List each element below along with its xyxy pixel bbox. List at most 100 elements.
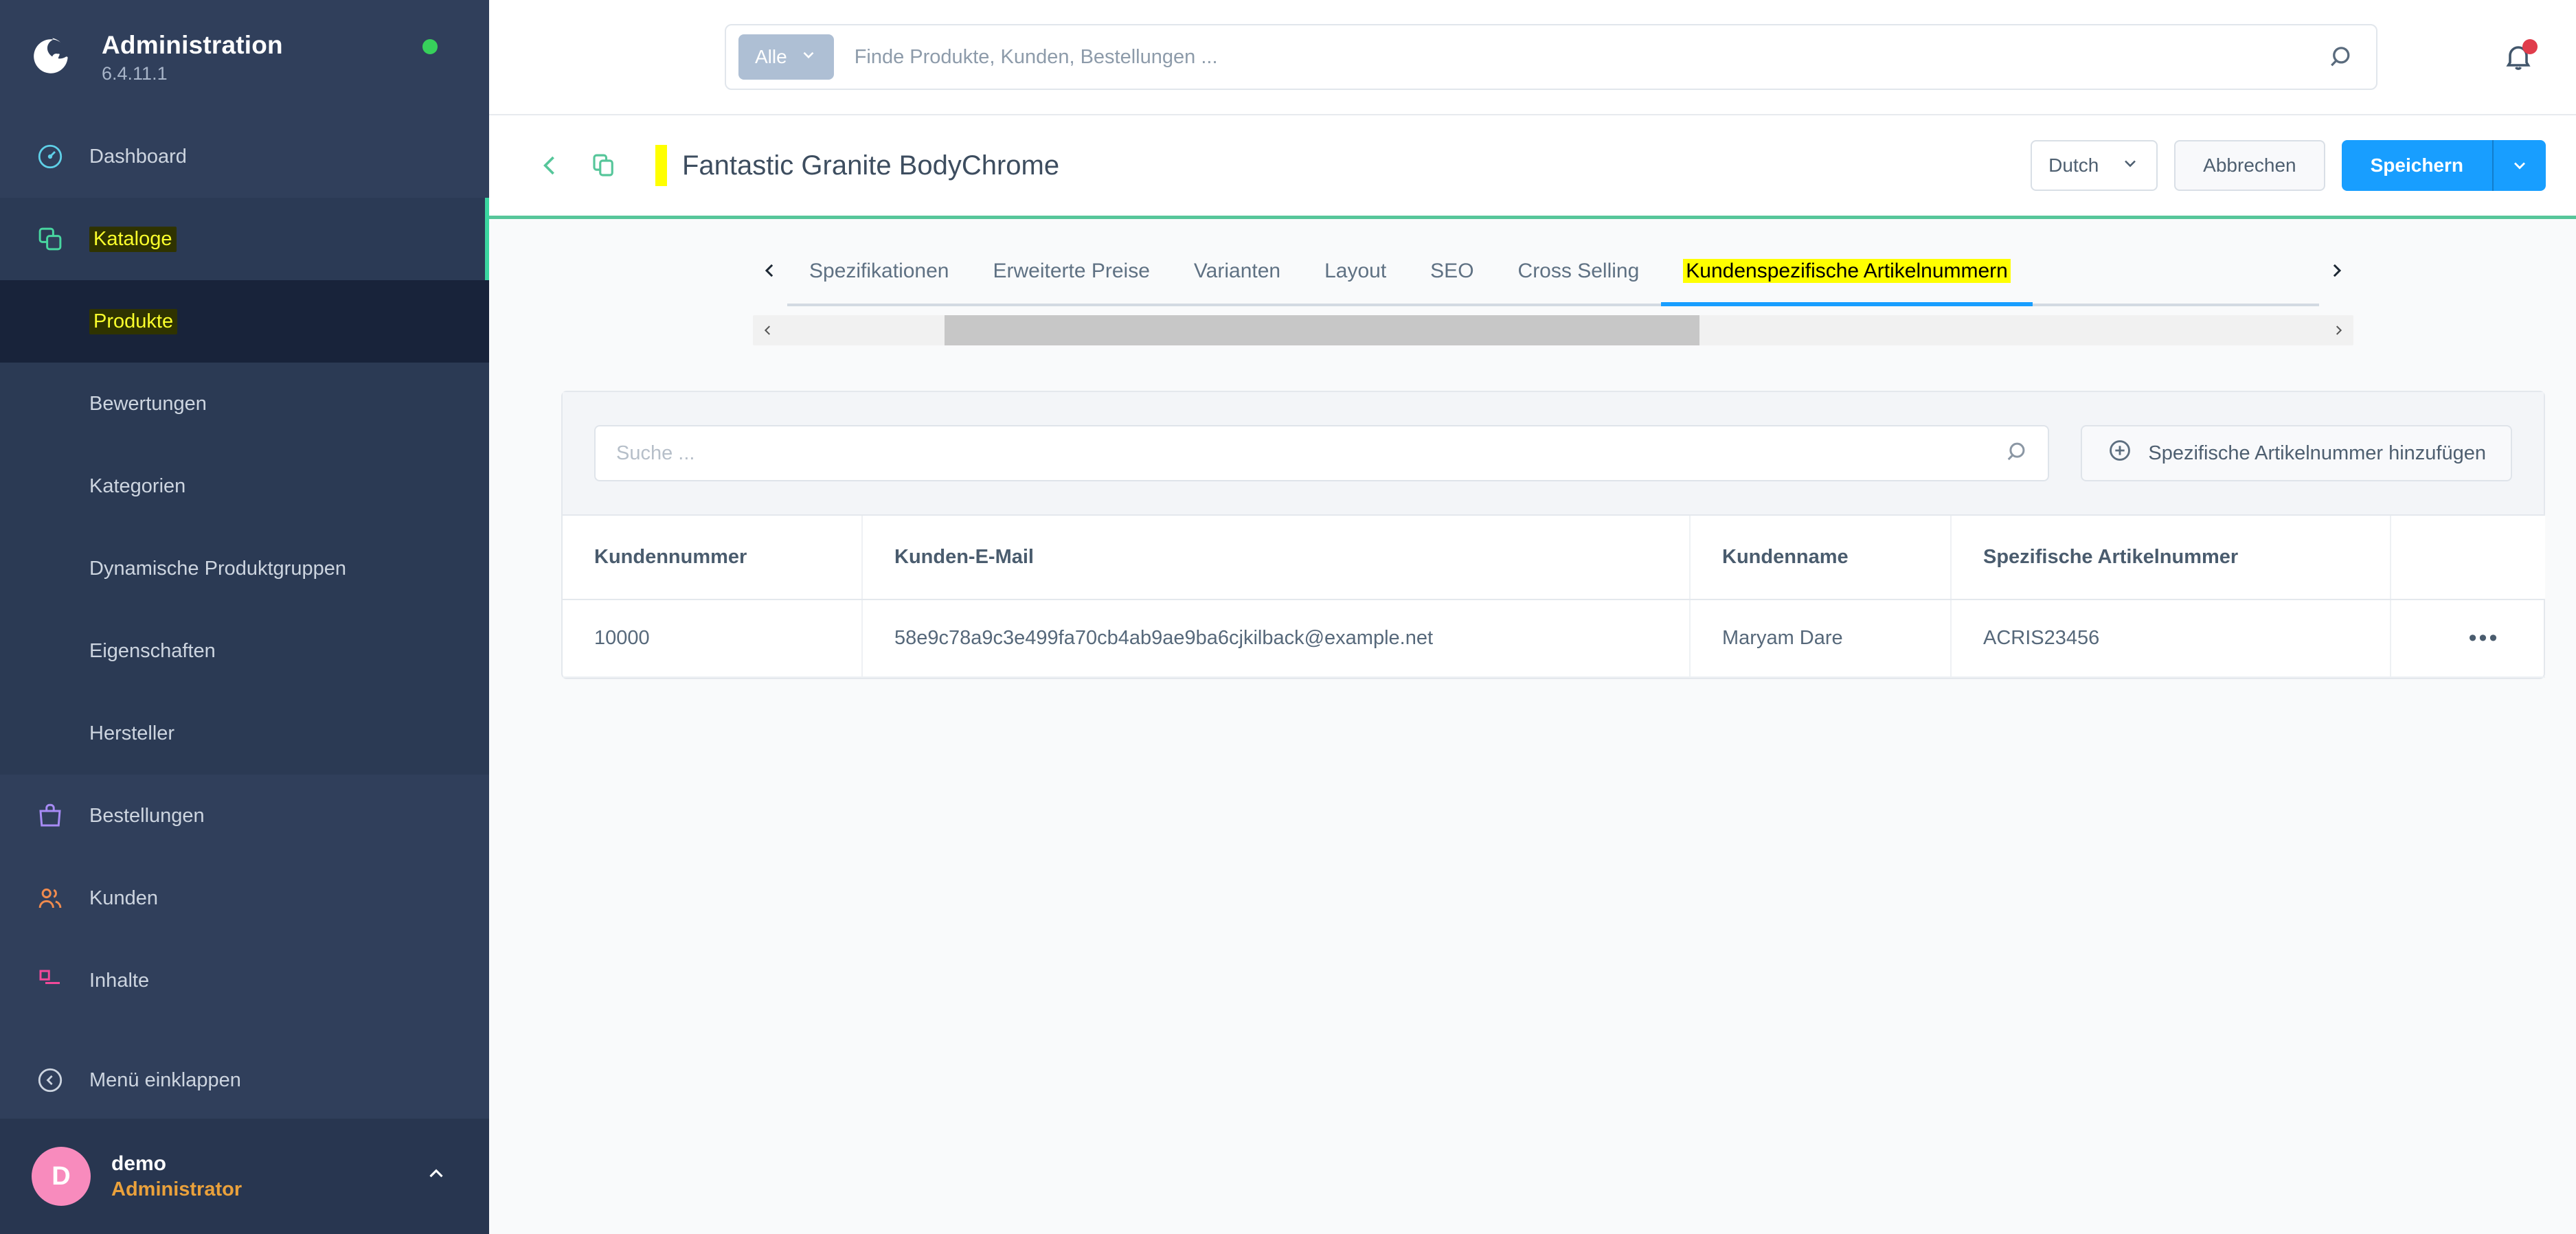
title-highlight-marker bbox=[655, 145, 667, 186]
sidebar-item-dynamische-produktgruppen[interactable]: Dynamische Produktgruppen bbox=[0, 527, 489, 610]
page-content: Spezifikationen Erweiterte Preise Varian… bbox=[489, 219, 2576, 1234]
tab-label: Layout bbox=[1324, 260, 1387, 282]
tab-spezifikationen[interactable]: Spezifikationen bbox=[787, 260, 971, 304]
content-icon bbox=[32, 962, 69, 999]
tab-label: Varianten bbox=[1193, 260, 1281, 282]
sidebar-item-label: Hersteller bbox=[89, 722, 175, 744]
sidebar-item-bestellungen[interactable]: Bestellungen bbox=[0, 775, 489, 857]
scrollbar-thumb[interactable] bbox=[945, 315, 1699, 345]
column-header-spezifische-artikelnummer[interactable]: Spezifische Artikelnummer bbox=[1951, 516, 2391, 600]
page-header-toolbar: Fantastic Granite BodyChrome Dutch Abbre… bbox=[489, 115, 2576, 219]
user-profile-bar[interactable]: D demo Administrator bbox=[0, 1119, 489, 1234]
shopware-logo-icon bbox=[32, 35, 77, 80]
sidebar-item-label: Produkte bbox=[89, 308, 178, 334]
dashboard-icon bbox=[32, 138, 69, 175]
sidebar: Administration 6.4.11.1 Dashboard Katalo… bbox=[0, 0, 489, 1234]
scroll-right-chevron-right-icon[interactable] bbox=[2323, 323, 2353, 338]
tab-label: SEO bbox=[1430, 260, 1474, 282]
sidebar-item-dashboard[interactable]: Dashboard bbox=[0, 115, 489, 198]
tab-label: Spezifikationen bbox=[809, 260, 949, 282]
tab-layout[interactable]: Layout bbox=[1302, 260, 1408, 304]
global-topbar: Alle bbox=[489, 0, 2576, 115]
sidebar-item-label: Kunden bbox=[89, 887, 158, 909]
collapse-menu-label: Menü einklappen bbox=[89, 1069, 241, 1091]
customers-icon bbox=[32, 880, 69, 917]
sidebar-item-produkte[interactable]: Produkte bbox=[0, 280, 489, 363]
tab-seo[interactable]: SEO bbox=[1408, 260, 1495, 304]
chevron-up-icon[interactable] bbox=[425, 1162, 448, 1191]
tab-bar-wrapper: Spezifikationen Erweiterte Preise Varian… bbox=[489, 226, 2576, 315]
save-button[interactable]: Speichern bbox=[2341, 140, 2492, 191]
column-header-kundenname[interactable]: Kundenname bbox=[1690, 516, 1952, 600]
catalog-icon bbox=[32, 220, 69, 258]
brand-title: Administration bbox=[102, 31, 283, 60]
add-specific-sku-label: Spezifische Artikelnummer hinzufügen bbox=[2148, 442, 2486, 464]
avatar: D bbox=[32, 1147, 91, 1206]
sidebar-item-bewertungen[interactable]: Bewertungen bbox=[0, 363, 489, 445]
tab-list: Spezifikationen Erweiterte Preise Varian… bbox=[787, 235, 2319, 306]
plus-circle-icon bbox=[2107, 437, 2133, 469]
row-context-menu-icon[interactable]: ••• bbox=[2469, 625, 2500, 651]
user-name: demo bbox=[111, 1152, 167, 1176]
tab-cross-selling[interactable]: Cross Selling bbox=[1496, 260, 1662, 304]
language-selector-value: Dutch bbox=[2048, 155, 2099, 176]
custom-sku-card: Spezifische Artikelnummer hinzufügen Kun… bbox=[561, 391, 2545, 679]
column-header-kundennummer[interactable]: Kundennummer bbox=[563, 516, 863, 600]
scroll-left-chevron-left-icon[interactable] bbox=[753, 323, 783, 338]
custom-sku-table: Kundennummer Kunden-E-Mail Kundenname Sp… bbox=[563, 516, 2545, 678]
bag-icon bbox=[32, 797, 69, 834]
tab-kundenspezifische-artikelnummern[interactable]: Kundenspezifische Artikelnummern bbox=[1661, 259, 2033, 306]
search-icon[interactable] bbox=[2318, 43, 2366, 71]
sidebar-item-hersteller[interactable]: Hersteller bbox=[0, 692, 489, 775]
tab-label: Erweiterte Preise bbox=[993, 260, 1150, 282]
card-toolbar: Spezifische Artikelnummer hinzufügen bbox=[563, 392, 2544, 516]
back-chevron-left-icon[interactable] bbox=[530, 146, 570, 185]
sidebar-item-label: Bestellungen bbox=[89, 804, 205, 827]
cell-kundennummer: 10000 bbox=[563, 599, 863, 678]
duplicate-icon[interactable] bbox=[584, 146, 624, 185]
sidebar-item-kategorien[interactable]: Kategorien bbox=[0, 445, 489, 527]
search-icon[interactable] bbox=[2005, 439, 2031, 468]
brand-header: Administration 6.4.11.1 bbox=[0, 0, 489, 115]
card-area: Spezifische Artikelnummer hinzufügen Kun… bbox=[489, 391, 2576, 679]
tabs-prev-chevron-left-icon[interactable] bbox=[753, 260, 787, 281]
add-specific-sku-button[interactable]: Spezifische Artikelnummer hinzufügen bbox=[2081, 425, 2512, 481]
sidebar-item-label: Kategorien bbox=[89, 475, 186, 497]
chevron-down-icon bbox=[2121, 154, 2140, 178]
sidebar-item-kunden[interactable]: Kunden bbox=[0, 857, 489, 939]
global-search-input[interactable] bbox=[833, 45, 2318, 69]
scrollbar-track[interactable] bbox=[783, 315, 2323, 345]
cell-spezifische-artikelnummer: ACRIS23456 bbox=[1951, 599, 2391, 678]
user-role: Administrator bbox=[111, 1178, 242, 1200]
sidebar-item-inhalte[interactable]: Inhalte bbox=[0, 939, 489, 1022]
card-search-input[interactable] bbox=[616, 442, 2006, 465]
sidebar-item-eigenschaften[interactable]: Eigenschaften bbox=[0, 610, 489, 692]
app-root: Administration 6.4.11.1 Dashboard Katalo… bbox=[0, 0, 2576, 1234]
chevron-down-icon bbox=[800, 46, 817, 69]
cancel-button[interactable]: Abbrechen bbox=[2174, 140, 2325, 191]
table-head: Kundennummer Kunden-E-Mail Kundenname Sp… bbox=[563, 516, 2545, 600]
notification-badge bbox=[2522, 39, 2538, 54]
card-search-field[interactable] bbox=[594, 425, 2050, 481]
tab-varianten[interactable]: Varianten bbox=[1172, 260, 1302, 304]
language-selector[interactable]: Dutch bbox=[2031, 140, 2158, 191]
collapse-menu-button[interactable]: Menü einklappen bbox=[0, 1042, 489, 1119]
sidebar-item-label: Dashboard bbox=[89, 145, 187, 168]
collapse-left-icon bbox=[32, 1062, 69, 1099]
save-options-chevron-down-icon[interactable] bbox=[2492, 140, 2546, 191]
global-search-bar[interactable]: Alle bbox=[725, 24, 2377, 90]
tabs-next-chevron-right-icon[interactable] bbox=[2319, 260, 2353, 281]
table-header-row: Kundennummer Kunden-E-Mail Kundenname Sp… bbox=[563, 516, 2545, 600]
table-body: 10000 58e9c78a9c3e499fa70cb4ab9ae9ba6cjk… bbox=[563, 599, 2545, 678]
column-header-actions bbox=[2391, 516, 2545, 600]
bell-icon[interactable] bbox=[2491, 30, 2546, 84]
search-scope-label: Alle bbox=[755, 46, 787, 67]
tab-erweiterte-preise[interactable]: Erweiterte Preise bbox=[971, 260, 1171, 304]
save-button-group: Speichern bbox=[2341, 140, 2546, 191]
sidebar-item-kataloge[interactable]: Kataloge bbox=[0, 198, 489, 280]
table-row[interactable]: 10000 58e9c78a9c3e499fa70cb4ab9ae9ba6cjk… bbox=[563, 599, 2545, 678]
column-header-kunden-email[interactable]: Kunden-E-Mail bbox=[862, 516, 1691, 600]
search-scope-selector[interactable]: Alle bbox=[738, 34, 834, 80]
horizontal-scrollbar[interactable] bbox=[753, 315, 2353, 345]
sidebar-nav: Dashboard Kataloge Produkte Bewertungen … bbox=[0, 115, 489, 1042]
